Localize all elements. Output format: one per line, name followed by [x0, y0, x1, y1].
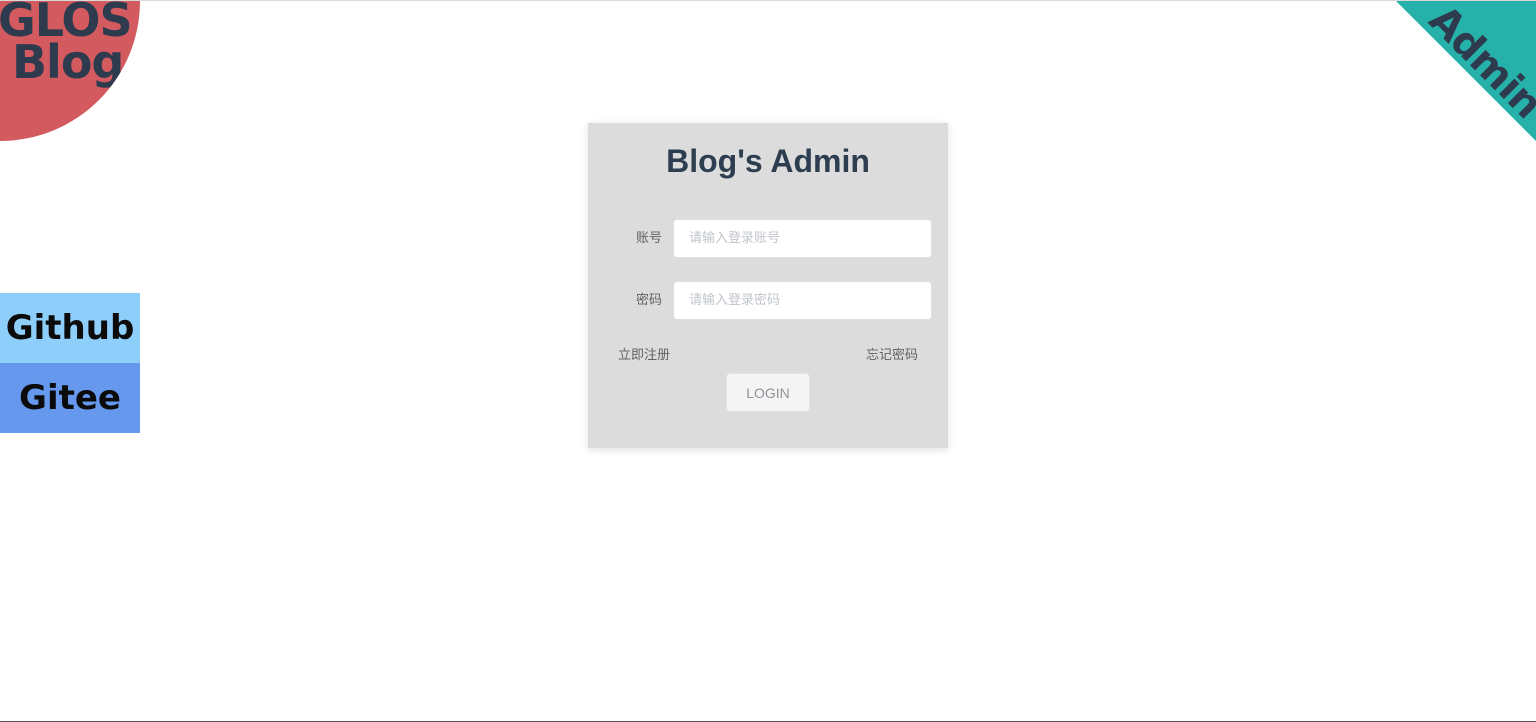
password-input[interactable] — [673, 281, 932, 320]
account-label: 账号 — [635, 231, 662, 246]
password-row: 密码 — [588, 281, 948, 321]
account-row: 账号 — [588, 219, 948, 259]
logo-text-line2: Blog — [12, 35, 124, 89]
login-title: Blog's Admin — [666, 143, 870, 179]
account-input[interactable] — [673, 219, 932, 258]
login-page: GLOS Blog Admin Github Gitee Blog's Admi… — [0, 0, 1536, 722]
login-form-card: Blog's Admin 账号 密码 立即注册 忘记密码 LOGIN — [588, 123, 948, 448]
side-links: Github Gitee — [0, 293, 140, 433]
admin-corner-ribbon: Admin — [1396, 1, 1536, 141]
login-button[interactable]: LOGIN — [726, 373, 810, 412]
register-link[interactable]: 立即注册 — [618, 344, 670, 363]
site-logo[interactable]: GLOS Blog — [0, 1, 140, 141]
password-label: 密码 — [635, 293, 662, 308]
gitee-link[interactable]: Gitee — [0, 363, 140, 433]
forgot-password-link[interactable]: 忘记密码 — [866, 344, 918, 363]
github-link[interactable]: Github — [0, 293, 140, 363]
